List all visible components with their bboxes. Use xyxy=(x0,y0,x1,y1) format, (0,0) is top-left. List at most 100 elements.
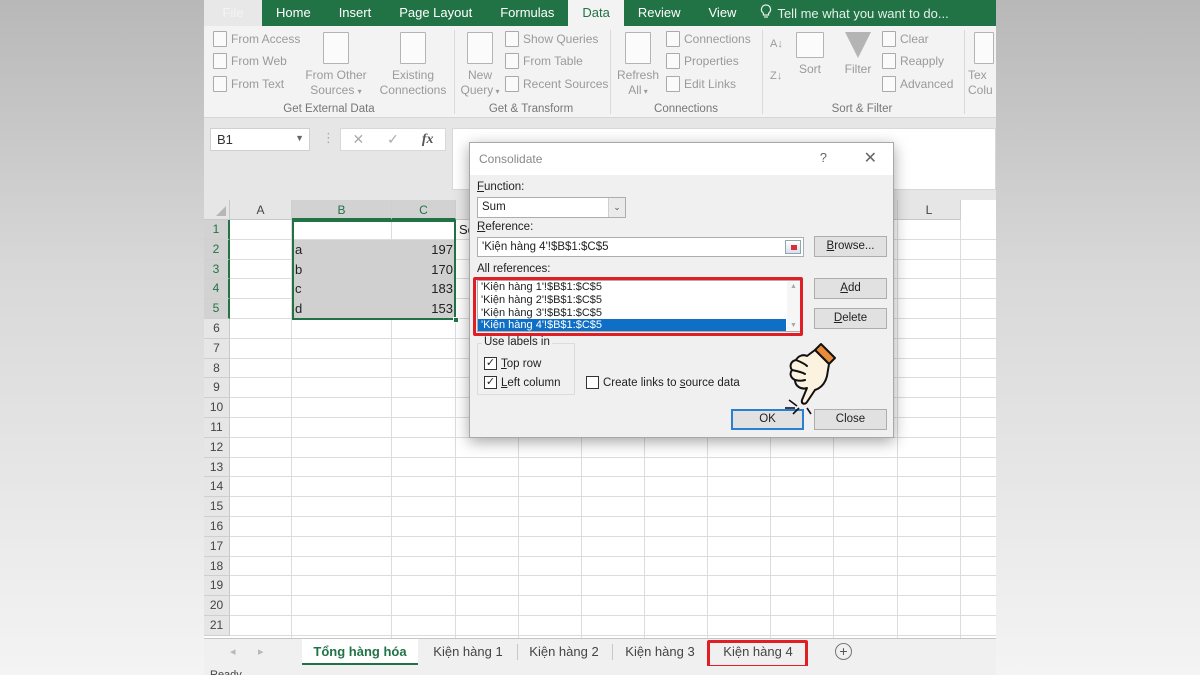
row-header-15[interactable]: 15 xyxy=(204,497,230,517)
tab-home[interactable]: Home xyxy=(262,0,325,26)
row-header-6[interactable]: 6 xyxy=(204,319,230,339)
reapply-button[interactable]: Reapply xyxy=(882,51,944,71)
chevron-down-icon[interactable]: ⌄ xyxy=(608,198,625,217)
show-queries-button[interactable]: Show Queries xyxy=(505,29,598,49)
row-header-13[interactable]: 13 xyxy=(204,457,230,478)
browse-button[interactable]: Browse... xyxy=(814,236,887,257)
properties-button[interactable]: Properties xyxy=(666,51,739,71)
tab-review[interactable]: Review xyxy=(624,0,695,26)
row-header-21[interactable]: 21 xyxy=(204,616,230,636)
column-header-c[interactable]: C xyxy=(392,200,456,220)
from-access-button[interactable]: From Access xyxy=(213,29,300,49)
delete-button[interactable]: Delete xyxy=(814,308,887,329)
row-header-11[interactable]: 11 xyxy=(204,418,230,438)
left-column-checkbox[interactable]: ✓ Left column xyxy=(484,376,560,389)
cell-c3[interactable]: 170 xyxy=(392,259,456,280)
function-select[interactable]: Sum ⌄ xyxy=(477,197,626,218)
list-scrollbar[interactable]: ▲ ▼ xyxy=(787,281,801,331)
drag-handle-icon[interactable]: ⋮ xyxy=(322,130,335,146)
advanced-filter-button[interactable]: Advanced xyxy=(882,74,953,94)
text-to-columns-button[interactable]: Tex Colu xyxy=(968,32,996,98)
row-header-7[interactable]: 7 xyxy=(204,338,230,359)
from-text-button[interactable]: From Text xyxy=(213,74,284,94)
cell-b5[interactable]: d xyxy=(292,299,392,319)
sort-a-z-button[interactable]: A↓ xyxy=(770,34,783,54)
row-header-3[interactable]: 3 xyxy=(204,259,230,280)
from-other-sources-button[interactable]: From Other Sources ▾ xyxy=(304,32,368,99)
row-header-1[interactable]: 1 xyxy=(204,220,230,240)
cancel-icon[interactable]: ✕ xyxy=(352,131,364,148)
tell-me-box[interactable]: Tell me what you want to do... xyxy=(750,4,949,22)
insert-function-icon[interactable]: fx xyxy=(422,132,434,148)
row-header-10[interactable]: 10 xyxy=(204,398,230,418)
enter-icon[interactable]: ✓ xyxy=(387,131,399,148)
close-button[interactable]: Close xyxy=(814,409,887,430)
row-header-20[interactable]: 20 xyxy=(204,596,230,616)
all-references-list[interactable]: 'Kiện hàng 1'!$B$1:$C$5 'Kiện hàng 2'!$B$… xyxy=(477,280,802,332)
ok-button[interactable]: OK xyxy=(731,409,804,430)
scroll-left-icon[interactable]: ◂ xyxy=(230,645,236,658)
name-box[interactable]: B1 ▼ xyxy=(210,128,310,151)
filter-button[interactable]: Filter xyxy=(840,32,876,77)
reference-list-item[interactable]: 'Kiện hàng 1'!$B$1:$C$5 xyxy=(478,281,801,294)
cell-c5[interactable]: 153 xyxy=(392,299,456,319)
fill-handle[interactable] xyxy=(453,317,459,323)
row-header-5[interactable]: 5 xyxy=(204,299,230,319)
scroll-right-icon[interactable]: ▸ xyxy=(258,645,264,658)
row-header-12[interactable]: 12 xyxy=(204,437,230,458)
sheet-tab-tong-hang-hoa[interactable]: Tổng hàng hóa xyxy=(302,639,418,665)
cell-c4[interactable]: 183 xyxy=(392,279,456,300)
tab-insert[interactable]: Insert xyxy=(325,0,386,26)
chevron-down-icon[interactable]: ▼ xyxy=(295,133,304,143)
close-icon[interactable]: ✕ xyxy=(864,148,877,168)
recent-sources-button[interactable]: Recent Sources xyxy=(505,74,608,94)
range-picker-icon[interactable] xyxy=(785,240,801,254)
scroll-up-icon[interactable]: ▲ xyxy=(790,283,797,290)
tab-page-layout[interactable]: Page Layout xyxy=(385,0,486,26)
row-header-17[interactable]: 17 xyxy=(204,536,230,557)
connections-button[interactable]: Connections xyxy=(666,29,751,49)
row-header-18[interactable]: 18 xyxy=(204,556,230,577)
select-all-button[interactable] xyxy=(204,200,230,220)
row-header-2[interactable]: 2 xyxy=(204,239,230,260)
from-web-button[interactable]: From Web xyxy=(213,51,287,71)
checkbox-unchecked-icon[interactable] xyxy=(586,376,599,389)
cell-b4[interactable]: c xyxy=(292,279,392,300)
from-table-button[interactable]: From Table xyxy=(505,51,583,71)
cell-b2[interactable]: a xyxy=(292,239,392,260)
reference-input[interactable]: 'Kiện hàng 4'!$B$1:$C$5 xyxy=(477,237,804,257)
refresh-all-button[interactable]: Refresh All ▾ xyxy=(616,32,660,99)
tab-formulas[interactable]: Formulas xyxy=(486,0,568,26)
column-header-l[interactable]: L xyxy=(898,200,961,220)
row-header-16[interactable]: 16 xyxy=(204,517,230,537)
add-sheet-button[interactable]: + xyxy=(835,643,852,660)
scroll-down-icon[interactable]: ▼ xyxy=(790,322,797,329)
cell-b3[interactable]: b xyxy=(292,259,392,280)
clear-filter-button[interactable]: Clear xyxy=(882,29,929,49)
tab-file[interactable]: File xyxy=(204,0,262,26)
edit-links-button[interactable]: Edit Links xyxy=(666,74,736,94)
reference-list-item[interactable]: 'Kiện hàng 2'!$B$1:$C$5 xyxy=(478,294,801,307)
reference-list-item[interactable]: 'Kiện hàng 4'!$B$1:$C$5 xyxy=(478,319,786,331)
sheet-tab-kien-hang-2[interactable]: Kiện hàng 2 xyxy=(518,639,610,665)
help-icon[interactable]: ? xyxy=(820,150,827,165)
sheet-tab-kien-hang-4[interactable]: Kiện hàng 4 xyxy=(710,639,806,665)
create-links-checkbox[interactable]: Create links to source data xyxy=(586,376,740,389)
column-header-a[interactable]: A xyxy=(230,200,292,220)
sheet-tab-kien-hang-3[interactable]: Kiện hàng 3 xyxy=(614,639,706,665)
checkbox-checked-icon[interactable]: ✓ xyxy=(484,376,497,389)
tab-data[interactable]: Data xyxy=(568,0,624,26)
cell-c2[interactable]: 197 xyxy=(392,239,456,260)
row-header-8[interactable]: 8 xyxy=(204,358,230,379)
tab-view[interactable]: View xyxy=(695,0,751,26)
existing-connections-button[interactable]: Existing Connections xyxy=(378,32,448,98)
row-header-19[interactable]: 19 xyxy=(204,576,230,597)
row-header-14[interactable]: 14 xyxy=(204,477,230,498)
add-button[interactable]: Add xyxy=(814,278,887,299)
reference-list-item[interactable]: 'Kiện hàng 3'!$B$1:$C$5 xyxy=(478,307,801,320)
row-header-4[interactable]: 4 xyxy=(204,279,230,300)
sort-z-a-button[interactable]: Z↓ xyxy=(770,66,782,86)
column-header-b[interactable]: B xyxy=(292,200,392,220)
checkbox-checked-icon[interactable]: ✓ xyxy=(484,357,497,370)
top-row-checkbox[interactable]: ✓ Top row xyxy=(484,357,541,370)
